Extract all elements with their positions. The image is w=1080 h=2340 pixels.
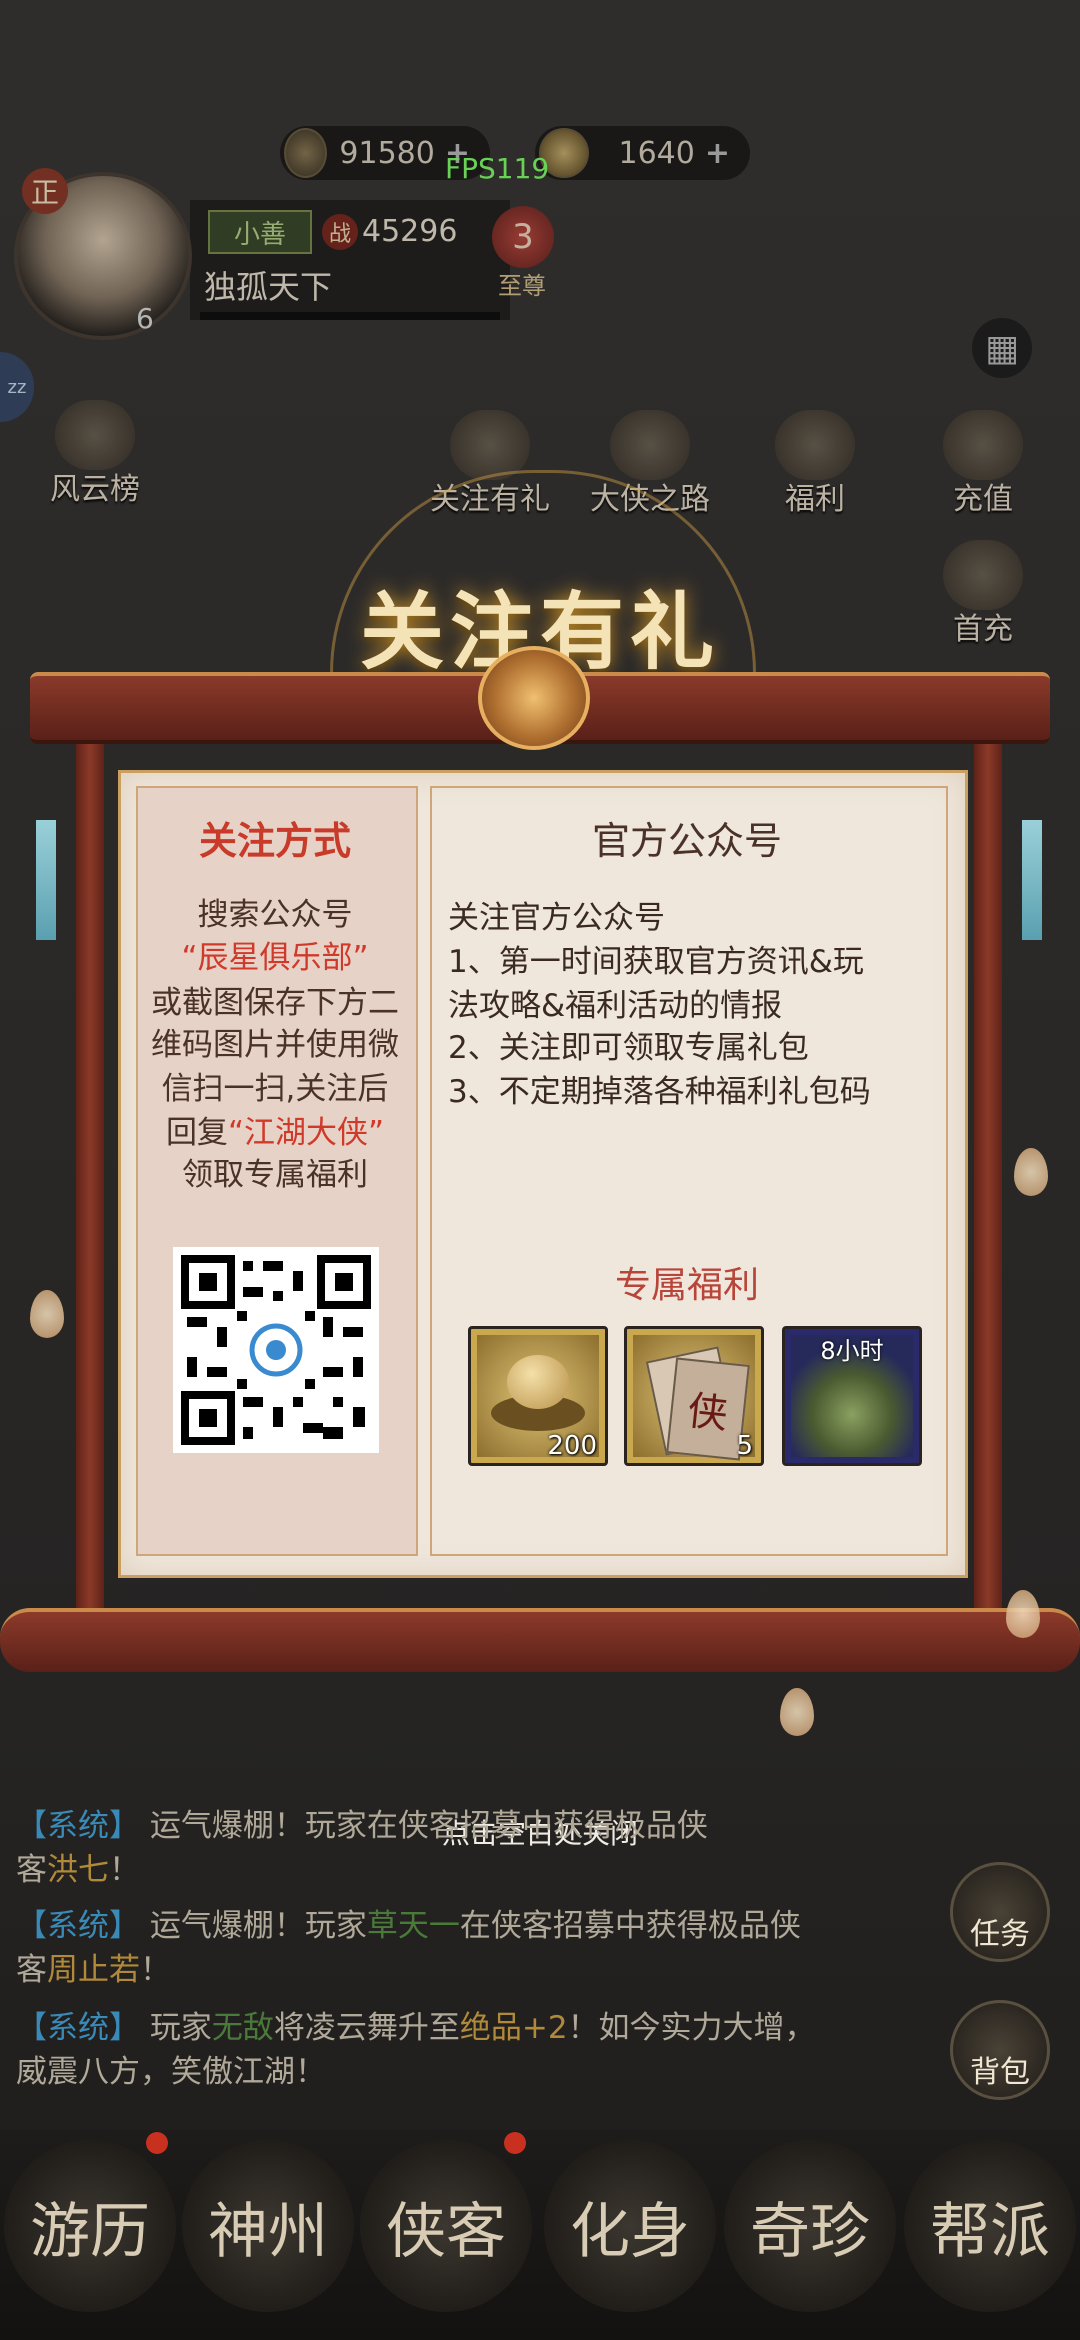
account-name: “辰星俱乐部” bbox=[181, 940, 369, 976]
nav-heroes[interactable]: 侠客 bbox=[360, 2140, 532, 2312]
task-label: 任务 bbox=[970, 1917, 1030, 1952]
nav-treasures[interactable]: 奇珍 bbox=[724, 2140, 896, 2312]
chat-text: 在侠客招募中获得极品侠 bbox=[366, 1808, 708, 1844]
chat-text: 玩家 bbox=[149, 2010, 212, 2046]
nav-label: 游历 bbox=[30, 2196, 150, 2267]
chat-text: 运气爆棚！玩家 bbox=[149, 1808, 367, 1844]
nav-label: 帮派 bbox=[930, 2196, 1050, 2267]
chat-text: 客 bbox=[16, 1852, 47, 1888]
nav-travel[interactable]: 游历 bbox=[4, 2140, 176, 2312]
follow-step-text: 搜索公众号 bbox=[197, 897, 353, 933]
reward-quantity: 200 bbox=[547, 1431, 597, 1461]
lotus-medallion-icon bbox=[478, 646, 590, 750]
task-button[interactable]: 任务 bbox=[950, 1862, 1050, 1962]
chat-text: 运气爆棚！玩家 bbox=[149, 1908, 367, 1944]
frame-post-right bbox=[974, 720, 1002, 1610]
chat-hero-name: 洪七 bbox=[47, 1852, 109, 1888]
reward-ingot-item[interactable]: 200 bbox=[468, 1326, 608, 1466]
system-tag: 【系统】 bbox=[16, 1908, 140, 1944]
chat-text: ！如今实力大增， bbox=[567, 2010, 816, 2046]
benefit-text: 法攻略&福利活动的情报 bbox=[448, 988, 783, 1024]
reward-coin-chest-item[interactable]: 8小时 bbox=[782, 1326, 922, 1466]
chat-text: ！ bbox=[109, 1852, 140, 1888]
benefit-text: 1、第一时间获取官方资讯&玩 bbox=[448, 944, 864, 980]
nav-shenzhou[interactable]: 神州 bbox=[182, 2140, 354, 2312]
follow-step-text: 维码图片并使用微 bbox=[151, 1027, 399, 1063]
reply-keyword-line: 回复“江湖大侠” bbox=[132, 1110, 418, 1156]
chat-text: 在侠客招募中获得极品侠 bbox=[459, 1908, 801, 1944]
chat-text: ！ bbox=[140, 1952, 171, 1988]
follow-step-text: 信扫一扫,关注后 bbox=[161, 1071, 389, 1107]
system-tag: 【系统】 bbox=[16, 2010, 140, 2046]
chat-message: 【系统】 玩家无敌将凌云舞升至绝品+2！如今实力大增， 威震八方，笑傲江湖！ bbox=[16, 2006, 916, 2094]
frame-post-left bbox=[76, 720, 104, 1610]
reward-quantity: 5 bbox=[736, 1431, 753, 1461]
tassel-left bbox=[36, 820, 56, 940]
benefit-text: 2、关注即可领取专属礼包 bbox=[448, 1030, 809, 1066]
notification-dot bbox=[504, 2132, 526, 2154]
official-account-title: 官方公众号 bbox=[591, 819, 782, 863]
nav-guild[interactable]: 帮派 bbox=[904, 2140, 1076, 2312]
tassel-right bbox=[1022, 820, 1042, 940]
chat-player-name: 草天一 bbox=[366, 1908, 460, 1944]
benefit-text: 3、不定期掉落各种福利礼包码 bbox=[448, 1074, 871, 1110]
notification-dot bbox=[146, 2132, 168, 2154]
system-tag: 【系统】 bbox=[16, 1808, 140, 1844]
chat-text: 客 bbox=[16, 1952, 47, 1988]
chat-hero-name: 周止若 bbox=[47, 1952, 140, 1988]
exclusive-rewards-title: 专属福利 bbox=[614, 1265, 759, 1306]
frame-bottom-beam bbox=[0, 1608, 1080, 1672]
bag-label: 背包 bbox=[970, 2055, 1030, 2090]
chat-text: 威震八方，笑傲江湖！ bbox=[16, 2054, 326, 2090]
nav-label: 化身 bbox=[570, 2196, 690, 2267]
reward-hero-card-item[interactable]: 侠 5 bbox=[624, 1326, 764, 1466]
qr-code-image bbox=[173, 1247, 379, 1453]
chat-grade: 绝品+2 bbox=[459, 2010, 568, 2046]
reward-duration-tag: 8小时 bbox=[820, 1337, 884, 1365]
nav-avatar[interactable]: 化身 bbox=[544, 2140, 716, 2312]
bag-button[interactable]: 背包 bbox=[950, 2000, 1050, 2100]
follow-step-text: 或截图保存下方二 bbox=[151, 985, 399, 1021]
nav-label: 神州 bbox=[208, 2196, 328, 2267]
follow-method-title: 关注方式 bbox=[198, 818, 351, 863]
reply-keyword: “江湖大侠” bbox=[227, 1115, 385, 1151]
follow-step-text: 领取专属福利 bbox=[182, 1157, 368, 1193]
chat-message: 【系统】 运气爆棚！玩家草天一在侠客招募中获得极品侠 客周止若！ bbox=[16, 1904, 916, 1992]
chat-player-name: 无敌 bbox=[211, 2010, 274, 2046]
chat-message: 【系统】 运气爆棚！玩家在侠客招募中获得极品侠 客洪七！ bbox=[16, 1804, 916, 1892]
benefit-text: 关注官方公众号 bbox=[448, 900, 665, 936]
chat-text: 将凌云舞升至 bbox=[273, 2010, 460, 2046]
reply-prefix: 回复 bbox=[165, 1115, 228, 1151]
nav-label: 奇珍 bbox=[750, 2196, 870, 2267]
nav-label: 侠客 bbox=[386, 2196, 506, 2267]
